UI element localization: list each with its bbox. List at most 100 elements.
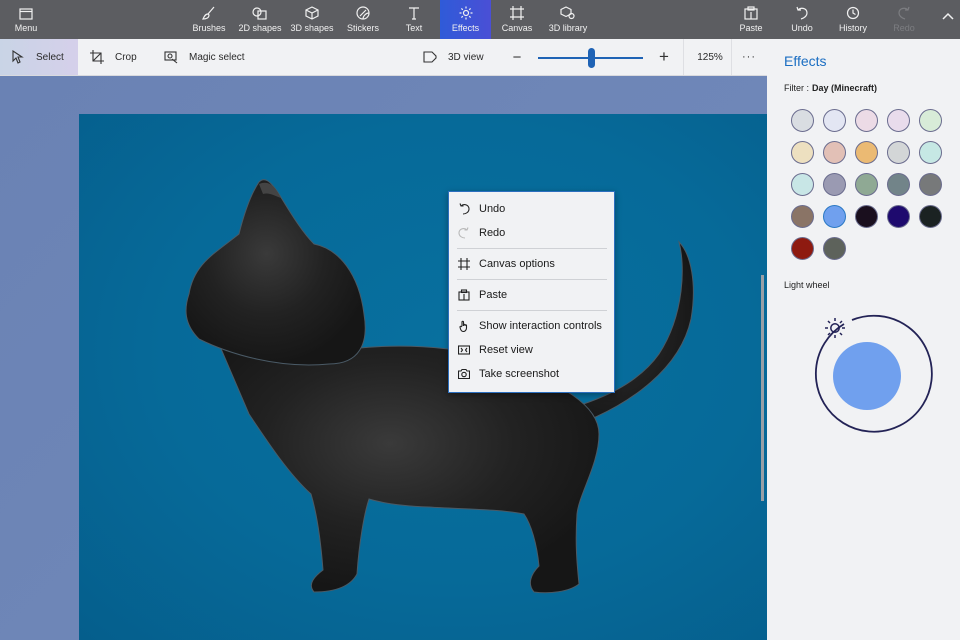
- 3d-view-icon: [423, 51, 437, 63]
- ctx-item-canvas-options[interactable]: Canvas options: [449, 253, 614, 275]
- ctx-item-paste[interactable]: Paste: [449, 284, 614, 306]
- crop-button[interactable]: Crop: [90, 39, 150, 75]
- sun-handle-icon[interactable]: [825, 318, 845, 338]
- filter-swatch[interactable]: [791, 109, 814, 132]
- redo-icon: [458, 227, 469, 239]
- filter-label: Filter :: [784, 83, 810, 93]
- canvas[interactable]: [79, 114, 767, 640]
- ctx-item-take-screenshot[interactable]: Take screenshot: [449, 363, 614, 385]
- menu-separator: [457, 279, 607, 280]
- cube-icon: [305, 6, 319, 20]
- filter-swatch[interactable]: [823, 205, 846, 228]
- tool-canvas[interactable]: Canvas: [497, 0, 537, 39]
- text-icon: [409, 7, 419, 20]
- tool-3d-library[interactable]: 3D library: [545, 0, 591, 39]
- canvas-icon: [458, 258, 470, 270]
- tool-3d-shapes[interactable]: 3D shapes: [288, 0, 336, 39]
- zoom-slider-thumb[interactable]: [587, 48, 595, 68]
- undo-button[interactable]: Undo: [786, 0, 818, 39]
- redo-label: Redo: [893, 23, 915, 33]
- filter-swatch[interactable]: [823, 141, 846, 164]
- filter-swatch[interactable]: [791, 205, 814, 228]
- history-button[interactable]: History: [835, 0, 871, 39]
- filter-swatch[interactable]: [791, 141, 814, 164]
- paste-button[interactable]: Paste: [734, 0, 768, 39]
- light-wheel-graphic[interactable]: [805, 314, 935, 444]
- collapse-toolbar-button[interactable]: [936, 0, 960, 39]
- magic-select-label: Magic select: [189, 51, 245, 63]
- ctx-item-undo[interactable]: Undo: [449, 198, 614, 220]
- 3d-library-icon: [560, 6, 575, 20]
- filter-line: Filter : Day (Minecraft): [784, 83, 877, 93]
- filter-swatch[interactable]: [919, 109, 942, 132]
- camera-icon: [458, 368, 470, 380]
- divider: [731, 39, 732, 75]
- zoom-level[interactable]: 125%: [690, 39, 730, 75]
- ctx-item-reset-view[interactable]: Reset view: [449, 339, 614, 361]
- undo-icon: [459, 203, 470, 215]
- redo-button[interactable]: Redo: [889, 0, 919, 39]
- filter-swatch[interactable]: [823, 237, 846, 260]
- filter-swatch[interactable]: [887, 109, 910, 132]
- filter-value: Day (Minecraft): [812, 83, 878, 93]
- filter-swatch[interactable]: [887, 205, 910, 228]
- filter-swatch[interactable]: [919, 141, 942, 164]
- magic-select-icon: [164, 50, 178, 63]
- crop-label: Crop: [115, 51, 137, 63]
- ctx-item-redo[interactable]: Redo: [449, 222, 614, 244]
- filter-swatch[interactable]: [919, 173, 942, 196]
- tool-stickers[interactable]: Stickers: [341, 0, 385, 39]
- reset-view-icon: [458, 345, 470, 355]
- ctx-label: Canvas options: [479, 258, 555, 270]
- filter-swatch[interactable]: [887, 141, 910, 164]
- ctx-item-show-interaction-controls[interactable]: Show interaction controls: [449, 315, 614, 337]
- 3d-view-label: 3D view: [448, 51, 484, 63]
- crop-icon: [90, 50, 104, 64]
- ctx-label: Take screenshot: [479, 368, 560, 380]
- paste-icon: [458, 289, 470, 301]
- filter-swatch[interactable]: [791, 173, 814, 196]
- menu-button[interactable]: Menu: [0, 0, 52, 39]
- tool-brushes[interactable]: Brushes: [187, 0, 231, 39]
- filter-swatch[interactable]: [887, 173, 910, 196]
- 3d-view-button[interactable]: 3D view: [423, 39, 493, 75]
- filter-swatch[interactable]: [855, 173, 878, 196]
- sun-icon: [459, 6, 472, 20]
- zoom-out-button[interactable]: −: [509, 39, 525, 75]
- select-button[interactable]: Select: [0, 39, 78, 75]
- tool-text[interactable]: Text: [394, 0, 434, 39]
- light-wheel[interactable]: [805, 314, 935, 444]
- paste-icon: [744, 6, 758, 20]
- ctx-label: Undo: [479, 203, 506, 215]
- light-color-circle: [833, 342, 901, 410]
- tool-label: Text: [405, 23, 423, 33]
- history-label: History: [838, 23, 867, 33]
- filter-swatch[interactable]: [791, 237, 814, 260]
- redo-icon: [898, 6, 910, 20]
- tool-label: 3D library: [548, 23, 588, 33]
- brush-icon: [202, 6, 215, 20]
- context-menu: Undo Redo Canvas options Paste Show inte…: [448, 191, 615, 393]
- filter-swatch[interactable]: [823, 109, 846, 132]
- tool-effects[interactable]: Effects: [440, 0, 491, 39]
- vertical-scrollbar[interactable]: [761, 275, 764, 501]
- undo-icon: [796, 6, 808, 20]
- cursor-icon: [12, 50, 24, 64]
- secondary-toolbar: Select Crop Magic select 3D view − + 125…: [0, 39, 767, 76]
- tool-label: Effects: [451, 23, 480, 33]
- filter-swatch[interactable]: [855, 205, 878, 228]
- filter-swatch[interactable]: [823, 173, 846, 196]
- tool-2d-shapes[interactable]: 2D shapes: [236, 0, 284, 39]
- filter-swatch[interactable]: [919, 205, 942, 228]
- canvas-icon: [510, 6, 524, 20]
- ctx-label: Paste: [479, 289, 508, 301]
- zoom-in-button[interactable]: +: [656, 39, 672, 75]
- more-options-button[interactable]: ···: [737, 39, 761, 75]
- magic-select-button[interactable]: Magic select: [164, 39, 254, 75]
- undo-label: Undo: [791, 23, 813, 33]
- tool-label: Brushes: [192, 23, 226, 33]
- cat-3d-model[interactable]: [79, 114, 767, 640]
- filter-swatch[interactable]: [855, 141, 878, 164]
- top-toolbar: Menu Brushes 2D shapes 3D shapes Sticker…: [0, 0, 960, 39]
- filter-swatch[interactable]: [855, 109, 878, 132]
